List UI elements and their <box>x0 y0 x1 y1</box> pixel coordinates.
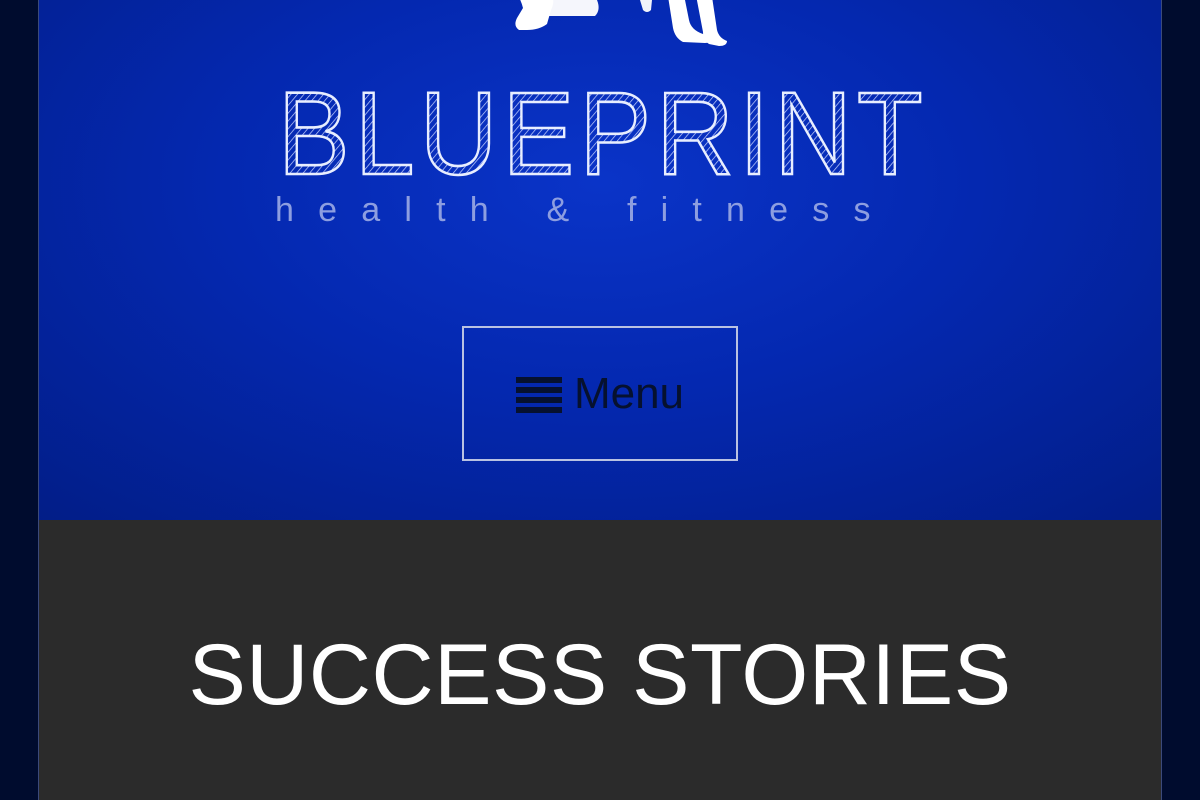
page-frame: BLUEPRINT health & fitness Menu SUCCESS … <box>38 0 1162 800</box>
hamburger-icon <box>515 376 562 413</box>
success-stories-section: SUCCESS STORIES <box>39 520 1161 800</box>
menu-label: Menu <box>573 368 685 418</box>
brand-wordmark: BLUEPRINT <box>277 67 928 188</box>
site-header: BLUEPRINT health & fitness Menu <box>39 0 1161 520</box>
logo-tagline: health & fitness <box>275 191 895 229</box>
athlete-pushup-icon <box>515 0 727 46</box>
section-title: SUCCESS STORIES <box>188 627 1012 723</box>
logo-text: BLUEPRINT <box>278 68 928 188</box>
menu-button[interactable]: Menu <box>462 326 738 461</box>
